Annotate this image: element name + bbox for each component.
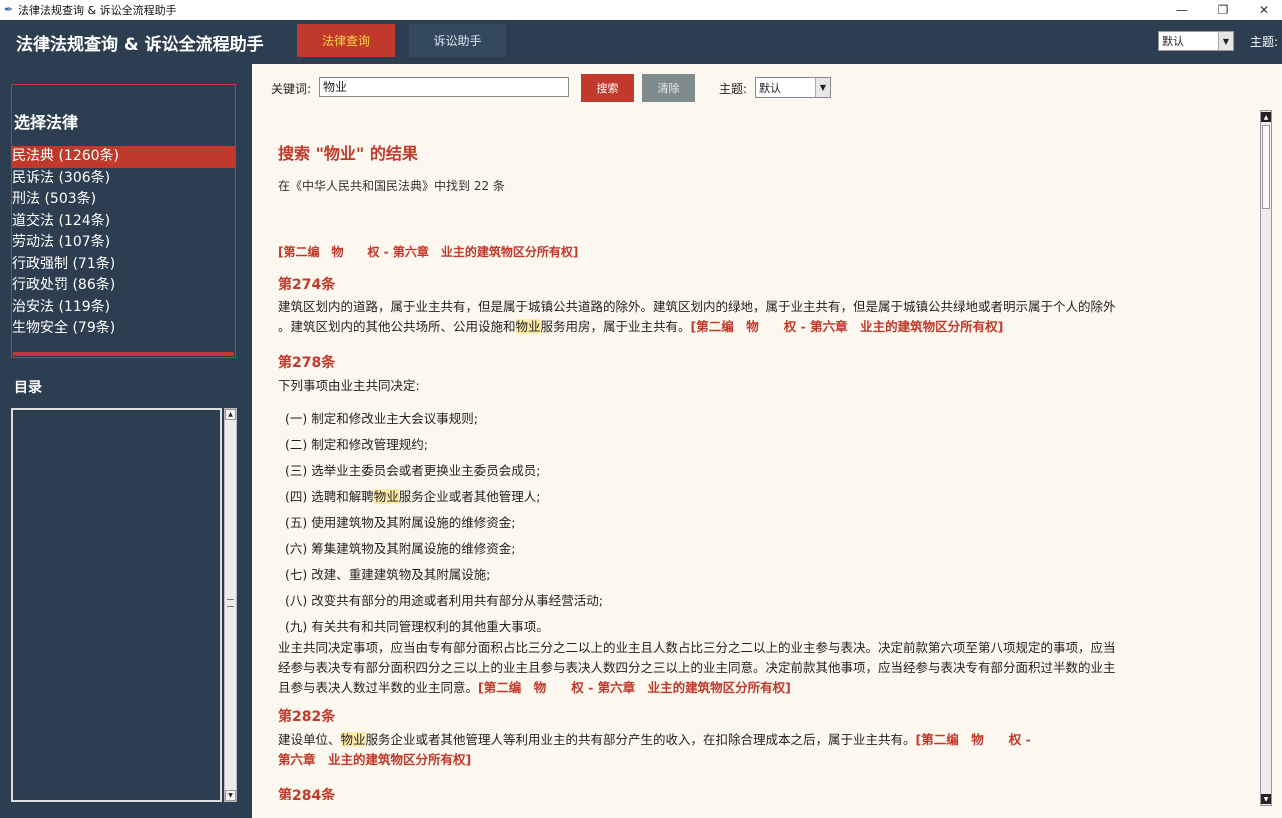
chapter-path: [第二编 物 权 - 第六章 业主的建筑物区分所有权] bbox=[278, 245, 579, 259]
header-theme-select[interactable]: 默认 ▼ bbox=[1158, 31, 1234, 51]
list-item: (二) 制定和修改管理规约; bbox=[285, 437, 428, 452]
scroll-grip-icon[interactable] bbox=[227, 599, 234, 607]
main-panel: 关键词: 物业 搜索 清除 主题: 默认 ▼ 搜索 "物业" 的结果 在《中华人… bbox=[252, 64, 1282, 818]
article-282-number: 第282条 bbox=[278, 709, 336, 725]
article-278-text: 业主共同决定事项，应当由专有部分面积占比三分之二以上的业主且人数占比三分之二以上… bbox=[278, 638, 1243, 698]
scroll-up-icon[interactable]: ▲ bbox=[1261, 112, 1271, 122]
law-item-civil-code[interactable]: 民法典 (1260条) bbox=[11, 146, 236, 168]
sidebar: 选择法律 民法典 (1260条) 民诉法 (306条) 刑法 (503条) 道交… bbox=[0, 64, 250, 818]
article-284-number: 第284条 bbox=[278, 788, 336, 800]
law-item-admin-enforcement[interactable]: 行政强制 (71条) bbox=[11, 254, 236, 276]
scroll-up-icon[interactable]: ▲ bbox=[225, 409, 236, 420]
text-segment: 服务企业或者其他管理人等利用业主的共有部分产生的收入，在扣除合理成本之后，属于业… bbox=[365, 732, 916, 747]
results-title: 搜索 "物业" 的结果 bbox=[278, 144, 418, 163]
text-segment: 服务用房，属于业主共有。 bbox=[540, 319, 691, 334]
article-274-line1: 建筑区划内的道路，属于业主共有，但是属于城镇公共道路的除外。建筑区划内的绿地，属… bbox=[278, 299, 1116, 314]
chapter-path-link[interactable]: [第二编 物 权 - 第六章 业主的建筑物区分所有权] bbox=[691, 319, 1004, 334]
results-scrollbar[interactable]: ▲ ▼ bbox=[1260, 110, 1272, 806]
window-title: 法律法规查询 & 诉讼全流程助手 bbox=[18, 4, 177, 17]
law-list: 民法典 (1260条) 民诉法 (306条) 刑法 (503条) 道交法 (12… bbox=[11, 146, 236, 340]
toc-title: 目录 bbox=[14, 380, 42, 396]
sidebar-divider bbox=[13, 352, 234, 356]
scroll-down-icon[interactable]: ▼ bbox=[1261, 794, 1271, 804]
text-segment: 建设单位、 bbox=[278, 732, 341, 747]
list-item: (三) 选举业主委员会或者更换业主委员会成员; bbox=[285, 463, 541, 478]
toc-list[interactable] bbox=[11, 408, 222, 802]
article-274-number: 第274条 bbox=[278, 277, 336, 293]
paragraph-line: 且参与表决人数过半数的业主同意。[第二编 物 权 - 第六章 业主的建筑物区分所… bbox=[278, 678, 1243, 698]
list-item: (七) 改建、重建建筑物及其附属设施; bbox=[285, 567, 491, 582]
results-count: 在《中华人民共和国民法典》中找到 22 条 bbox=[278, 179, 505, 193]
law-item-civil-procedure[interactable]: 民诉法 (306条) bbox=[11, 168, 236, 190]
keyword-input[interactable]: 物业 bbox=[319, 77, 569, 97]
header-theme-label: 主题: bbox=[1250, 35, 1279, 49]
search-button[interactable]: 搜索 bbox=[581, 74, 634, 102]
text-segment: 服务企业或者其他管理人; bbox=[398, 489, 541, 504]
theme-value: 默认 bbox=[759, 81, 781, 95]
list-item: (六) 筹集建筑物及其附属设施的维修资金; bbox=[285, 541, 516, 556]
text-segment: 且参与表决人数过半数的业主同意。 bbox=[278, 680, 479, 695]
chevron-down-icon: ▼ bbox=[815, 78, 830, 97]
article-274-line2: 。建筑区划内的其他公共场所、公用设施和物业服务用房，属于业主共有。[第二编 物 … bbox=[278, 317, 1243, 337]
chapter-path-link[interactable]: 第六章 业主的建筑物区分所有权] bbox=[278, 750, 1243, 770]
list-item: (一) 制定和修改业主大会议事规则; bbox=[285, 411, 478, 426]
minimize-button[interactable]: — bbox=[1164, 0, 1200, 20]
law-item-traffic[interactable]: 道交法 (124条) bbox=[11, 211, 236, 233]
law-item-biosecurity[interactable]: 生物安全 (79条) bbox=[11, 318, 236, 340]
tab-litigation-assistant[interactable]: 诉讼助手 bbox=[409, 24, 506, 57]
article-278-intro: 下列事项由业主共同决定: bbox=[278, 378, 420, 393]
keyword-highlight: 物业 bbox=[340, 732, 366, 747]
text-segment: 。建筑区划内的其他公共场所、公用设施和 bbox=[278, 319, 516, 334]
keyword-highlight: 物业 bbox=[515, 319, 541, 334]
window-titlebar: ✒ 法律法规查询 & 诉讼全流程助手 — ❐ ✕ bbox=[0, 0, 1282, 20]
list-item: (八) 改变共有部分的用途或者利用共有部分从事经营活动; bbox=[285, 593, 603, 608]
theme-label: 主题: bbox=[719, 82, 748, 96]
clear-button[interactable]: 清除 bbox=[642, 74, 695, 102]
results-area: 搜索 "物业" 的结果 在《中华人民共和国民法典》中找到 22 条 [第二编 物… bbox=[252, 110, 1262, 800]
scroll-down-icon[interactable]: ▼ bbox=[225, 790, 236, 801]
chevron-down-icon: ▼ bbox=[1218, 32, 1233, 50]
article-282-text: 建设单位、物业服务企业或者其他管理人等利用业主的共有部分产生的收入，在扣除合理成… bbox=[278, 730, 1243, 770]
app-brand: 法律法规查询 & 诉讼全流程助手 bbox=[16, 35, 264, 55]
list-item: (九) 有关共有和共同管理权利的其他重大事项。 bbox=[285, 619, 549, 634]
text-segment: (四) 选聘和解聘 bbox=[285, 489, 374, 504]
list-item: (五) 使用建筑物及其附属设施的维修资金; bbox=[285, 515, 516, 530]
chapter-path-link[interactable]: [第二编 物 权 - 第六章 业主的建筑物区分所有权] bbox=[478, 680, 791, 695]
scroll-thumb[interactable] bbox=[1262, 125, 1270, 209]
chapter-path-link[interactable]: [第二编 物 权 - bbox=[916, 732, 1031, 747]
paragraph-line: 业主共同决定事项，应当由专有部分面积占比三分之二以上的业主且人数占比三分之二以上… bbox=[278, 640, 1116, 655]
law-item-criminal[interactable]: 刑法 (503条) bbox=[11, 189, 236, 211]
keyword-highlight: 物业 bbox=[373, 489, 399, 504]
keyword-label: 关键词: bbox=[271, 82, 312, 96]
toc-scrollbar[interactable]: ▲ ▼ bbox=[224, 408, 237, 802]
tab-law-query[interactable]: 法律查询 bbox=[297, 24, 395, 57]
theme-select[interactable]: 默认 ▼ bbox=[755, 77, 831, 98]
paragraph-line: 经参与表决专有部分面积四分之三以上的业主且参与表决人数四分之三以上的业主同意。决… bbox=[278, 660, 1116, 675]
paragraph-line: 建设单位、物业服务企业或者其他管理人等利用业主的共有部分产生的收入，在扣除合理成… bbox=[278, 730, 1243, 750]
list-item: (四) 选聘和解聘物业服务企业或者其他管理人; bbox=[285, 486, 540, 505]
header-theme-value: 默认 bbox=[1162, 35, 1184, 48]
law-item-admin-penalty[interactable]: 行政处罚 (86条) bbox=[11, 275, 236, 297]
close-button[interactable]: ✕ bbox=[1246, 0, 1282, 20]
article-274-text: 建筑区划内的道路，属于业主共有，但是属于城镇公共道路的除外。建筑区划内的绿地，属… bbox=[278, 297, 1243, 337]
law-select-title: 选择法律 bbox=[14, 113, 79, 132]
article-278-number: 第278条 bbox=[278, 355, 336, 371]
restore-button[interactable]: ❐ bbox=[1205, 0, 1241, 20]
app-feather-icon: ✒ bbox=[4, 3, 14, 16]
search-bar: 关键词: 物业 搜索 清除 主题: 默认 ▼ bbox=[252, 64, 1282, 108]
law-item-labor[interactable]: 劳动法 (107条) bbox=[11, 232, 236, 254]
law-item-public-security[interactable]: 治安法 (119条) bbox=[11, 297, 236, 319]
app-header: 法律法规查询 & 诉讼全流程助手 法律查询 诉讼助手 默认 ▼ 主题: bbox=[0, 20, 1282, 64]
